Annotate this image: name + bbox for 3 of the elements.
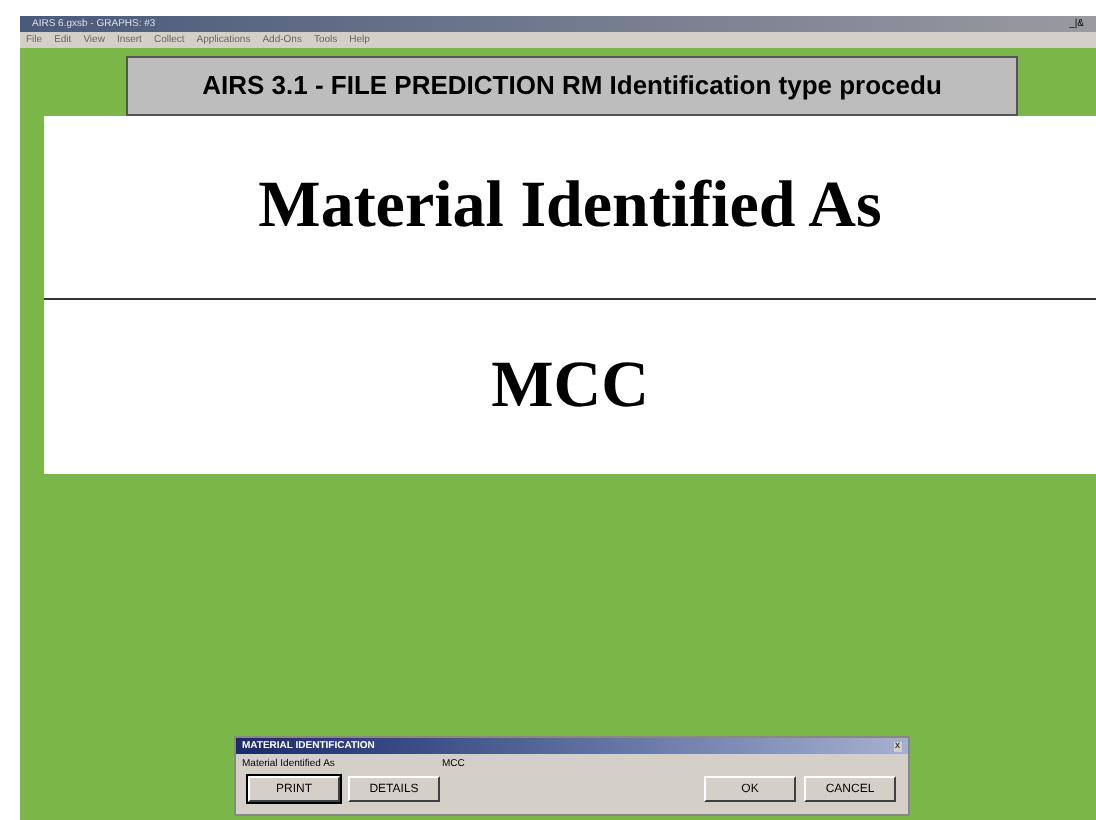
result-heading: Material Identified As xyxy=(258,167,882,246)
header-title: AIRS 3.1 - FILE PREDICTION RM Identification type procedu xyxy=(202,68,942,105)
result-value: MCC xyxy=(491,347,649,426)
